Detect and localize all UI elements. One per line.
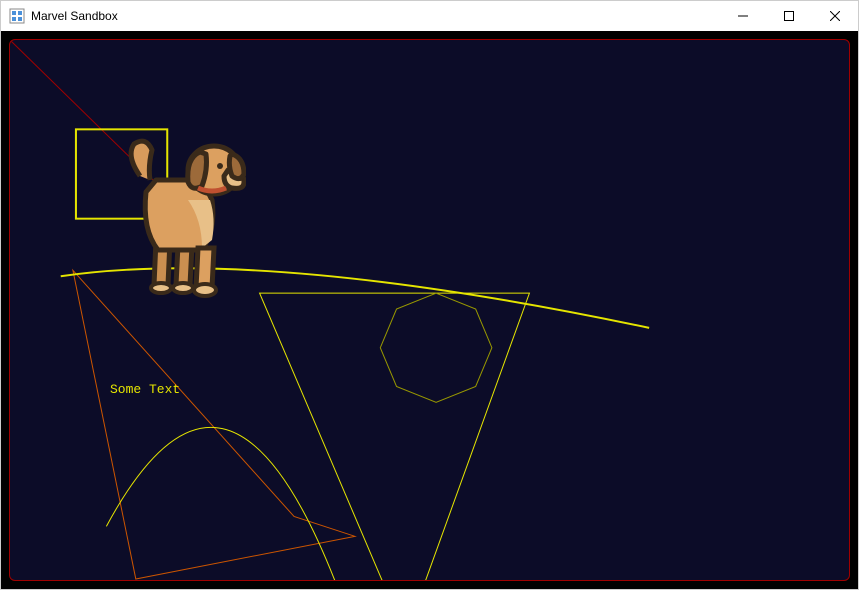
window-controls	[720, 1, 858, 31]
maximize-button[interactable]	[766, 1, 812, 31]
shape-bezier	[106, 427, 340, 580]
drawing-canvas[interactable]: Some Text	[9, 39, 850, 581]
dog-image	[116, 130, 246, 315]
client-area: Some Text	[1, 31, 858, 589]
shape-triangle	[260, 293, 530, 580]
close-button[interactable]	[812, 1, 858, 31]
app-window: Marvel Sandbox	[0, 0, 859, 590]
shape-quad	[73, 270, 355, 579]
canvas-text-label: Some Text	[110, 382, 180, 397]
window-title: Marvel Sandbox	[31, 9, 118, 23]
minimize-button[interactable]	[720, 1, 766, 31]
titlebar[interactable]: Marvel Sandbox	[1, 1, 858, 31]
app-icon	[9, 8, 25, 24]
shape-circle	[380, 293, 492, 402]
